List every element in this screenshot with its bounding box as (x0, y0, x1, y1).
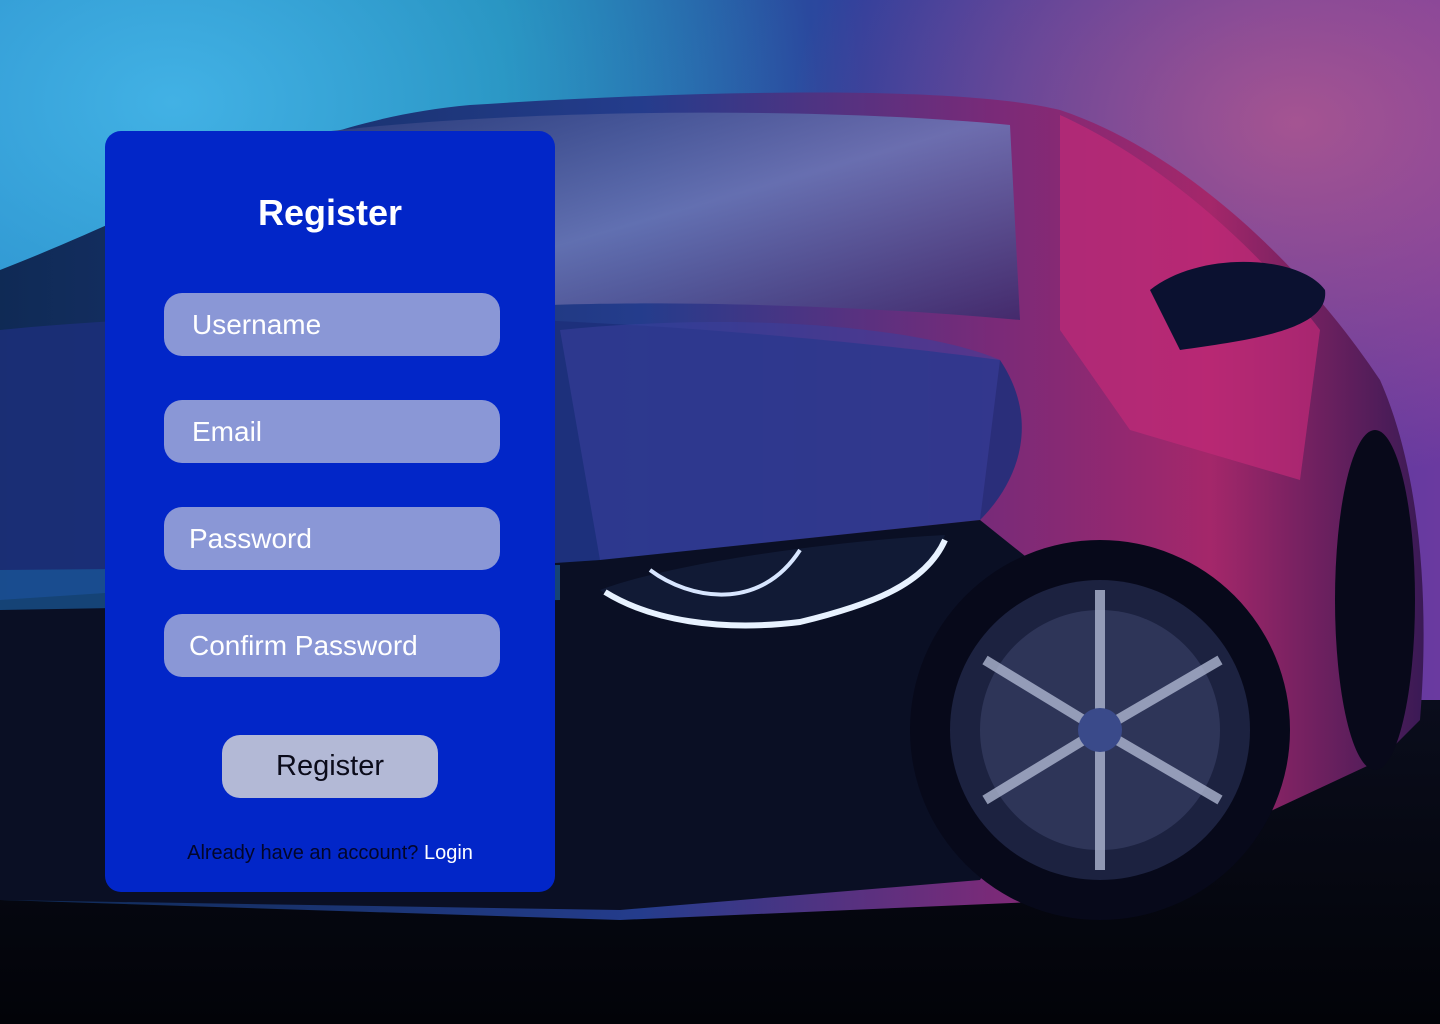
email-input[interactable] (164, 400, 500, 463)
login-link[interactable]: Login (424, 842, 473, 864)
register-page: Register Register Already have an accoun… (0, 0, 1440, 1024)
confirm-password-input[interactable] (164, 614, 500, 677)
login-prompt: Already have an account? Login (105, 839, 555, 867)
login-prompt-text: Already have an account? (187, 842, 419, 864)
password-input[interactable] (164, 507, 500, 570)
username-input[interactable] (164, 293, 500, 356)
register-card: Register Register Already have an accoun… (105, 131, 555, 892)
register-button[interactable]: Register (222, 735, 438, 798)
register-title: Register (257, 192, 403, 233)
